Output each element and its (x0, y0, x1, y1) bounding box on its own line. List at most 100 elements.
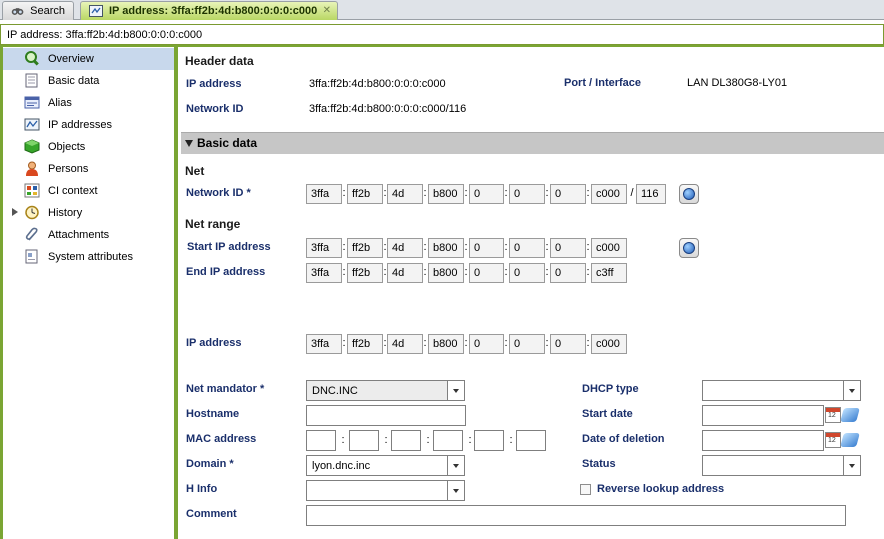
ip-segment-field[interactable]: 0 (550, 263, 586, 283)
ip-segment-field[interactable]: ff2b (347, 238, 383, 258)
ip-segment-field[interactable]: 0 (509, 238, 545, 258)
ip-segment-field[interactable]: c000 (591, 334, 627, 354)
ip-segment-field[interactable]: ff2b (347, 184, 383, 204)
comment-input[interactable] (306, 505, 846, 526)
ip-segment-field[interactable]: ff2b (347, 263, 383, 283)
sidebar-item-label: History (48, 207, 83, 219)
sidebar-item-persons[interactable]: Persons (3, 158, 174, 180)
paperclip-icon (25, 227, 38, 241)
reverse-lookup-checkbox[interactable] (580, 484, 591, 495)
sidebar-item-label: Basic data (48, 75, 100, 87)
sidebar-item-system-attributes[interactable]: System attributes (3, 246, 174, 268)
ip-segment-field[interactable]: 3ffa (306, 334, 342, 354)
domain-select[interactable]: lyon.dnc.inc (306, 455, 448, 476)
tab-search[interactable]: Search (2, 1, 74, 20)
domain-label: Domain * (186, 458, 234, 470)
ip-segment-field[interactable]: 4d (387, 334, 423, 354)
clear-date-icon[interactable] (840, 408, 860, 422)
clear-date-icon[interactable] (840, 433, 860, 447)
ip-segment-field[interactable]: 0 (509, 334, 545, 354)
globe-search-button[interactable] (679, 238, 699, 258)
dhcp-type-dropdown-arrow[interactable] (844, 380, 861, 401)
ip-segment-field[interactable]: 4d (387, 263, 423, 283)
calendar-icon[interactable]: 12 (825, 407, 841, 423)
ip-segment-field[interactable]: b800 (428, 334, 464, 354)
sidebar-item-ip-addresses[interactable]: IP addresses (3, 114, 174, 136)
expand-arrow-icon[interactable] (12, 208, 18, 216)
mac-octet-field[interactable] (433, 430, 463, 451)
ip-segment-field[interactable]: 0 (509, 263, 545, 283)
sidebar-item-overview[interactable]: Overview (3, 48, 174, 70)
sidebar: Overview Basic data Alias IP addresses O… (3, 47, 174, 539)
start-ip-label: Start IP address (187, 241, 271, 253)
ip-segment-field[interactable]: 3ffa (306, 184, 342, 204)
mac-separator: : (509, 434, 513, 446)
sidebar-item-label: Attachments (48, 229, 110, 241)
mac-octet-field[interactable] (306, 430, 336, 451)
ip-segment-field[interactable]: 0 (469, 334, 504, 354)
mac-octet-field[interactable] (391, 430, 421, 451)
hostname-label: Hostname (186, 408, 240, 420)
sidebar-item-label: CI context (48, 185, 98, 197)
header-ip-value: 3ffa:ff2b:4d:b800:0:0:0:c000 (309, 78, 446, 90)
mac-address-label: MAC address (186, 433, 257, 445)
sidebar-item-label: IP addresses (48, 119, 113, 131)
ip-segment-field[interactable]: 4d (387, 184, 423, 204)
sidebar-item-basic-data[interactable]: Basic data (3, 70, 174, 92)
sidebar-item-history[interactable]: History (3, 202, 174, 224)
sidebar-item-objects[interactable]: Objects (3, 136, 174, 158)
prefix-separator: / (630, 187, 634, 199)
ip-segment-field[interactable]: 3ffa (306, 263, 342, 283)
globe-button[interactable] (679, 184, 699, 204)
date-of-deletion-input[interactable] (702, 430, 824, 451)
mac-octet-field[interactable] (474, 430, 504, 451)
start-date-picker[interactable]: 12 (825, 405, 861, 426)
ip-segment-field[interactable]: 4d (387, 238, 423, 258)
deletion-date-picker[interactable]: 12 (825, 430, 861, 451)
ip-segment-field[interactable]: b800 (428, 238, 464, 258)
reverse-lookup-label: Reverse lookup address (597, 483, 725, 495)
hinfo-label: H Info (186, 483, 218, 495)
tab-ip-address[interactable]: IP address: 3ffa:ff2b:4d:b800:0:0:0:c000… (80, 1, 338, 20)
hostname-input[interactable] (306, 405, 466, 426)
calendar-icon[interactable]: 12 (825, 432, 841, 448)
net-mandator-dropdown-arrow[interactable] (448, 380, 465, 401)
ip-segment-field[interactable]: 3ffa (306, 238, 342, 258)
basic-data-section-header[interactable]: Basic data (181, 132, 884, 154)
ip-segment-field[interactable]: 0 (469, 184, 504, 204)
ip-segment-field[interactable]: c3ff (591, 263, 627, 283)
mac-octet-field[interactable] (349, 430, 379, 451)
ip-segment-field[interactable]: c000 (591, 184, 627, 204)
hinfo-dropdown-arrow[interactable] (448, 480, 465, 501)
header-network-value: 3ffa:ff2b:4d:b800:0:0:0:c000/116 (309, 103, 467, 115)
sidebar-item-ci-context[interactable]: CI context (3, 180, 174, 202)
sidebar-item-alias[interactable]: Alias (3, 92, 174, 114)
ip-segment-field[interactable]: 0 (550, 334, 586, 354)
ip-segment-field[interactable]: b800 (428, 263, 464, 283)
close-icon[interactable]: ✕ (323, 5, 331, 16)
mac-octet-field[interactable] (516, 430, 546, 451)
dhcp-type-select[interactable] (702, 380, 844, 401)
ip-segment-field[interactable]: 0 (469, 263, 504, 283)
person-icon (26, 161, 38, 176)
ip-segment-field[interactable]: b800 (428, 184, 464, 204)
dhcp-type-label: DHCP type (582, 383, 639, 395)
net-range-heading: Net range (185, 217, 241, 231)
status-dropdown-arrow[interactable] (844, 455, 861, 476)
ip-segment-field[interactable]: 0 (509, 184, 545, 204)
ip-segment-field[interactable]: 0 (550, 238, 586, 258)
header-port-label: Port / Interface (564, 77, 642, 89)
prefix-length-field[interactable]: 116 (636, 184, 666, 204)
hinfo-select[interactable] (306, 480, 448, 501)
collapse-triangle-icon (185, 140, 193, 147)
status-select[interactable] (702, 455, 844, 476)
domain-dropdown-arrow[interactable] (448, 455, 465, 476)
ip-segment-field[interactable]: 0 (469, 238, 504, 258)
address-line: IP address: 3ffa:ff2b:4d:b800:0:0:0:c000 (0, 24, 884, 45)
ip-segment-field[interactable]: 0 (550, 184, 586, 204)
start-date-input[interactable] (702, 405, 824, 426)
ip-segment-field[interactable]: c000 (591, 238, 627, 258)
ip-segment-field[interactable]: ff2b (347, 334, 383, 354)
sidebar-item-attachments[interactable]: Attachments (3, 224, 174, 246)
net-mandator-select[interactable]: DNC.INC (306, 380, 448, 401)
